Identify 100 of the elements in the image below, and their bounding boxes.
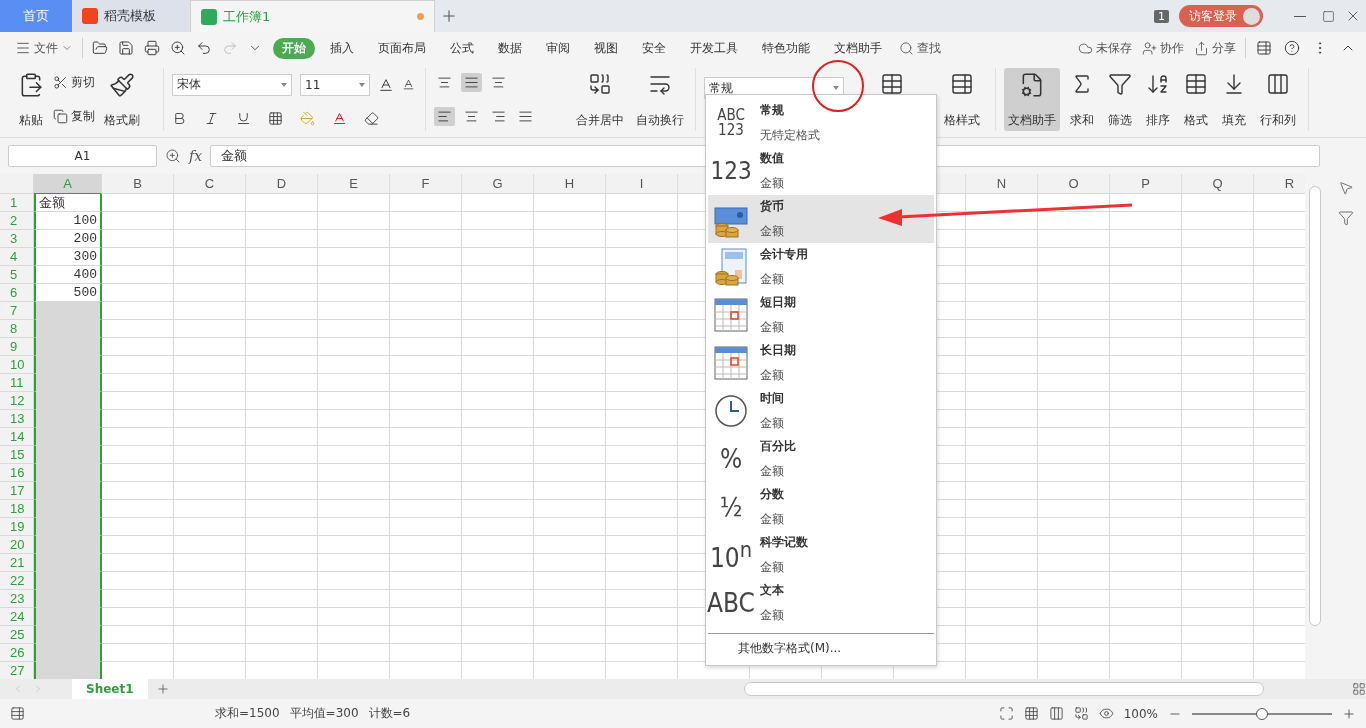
ribbon-tool-button[interactable]: 填充	[1218, 68, 1250, 131]
login-button[interactable]: 访客登录	[1179, 5, 1263, 27]
ribbon-tab[interactable]: 页面布局	[369, 37, 435, 59]
vertical-scrollbar[interactable]	[1309, 186, 1321, 626]
format-painter-button[interactable]: 格式刷	[100, 68, 144, 131]
underline-icon[interactable]	[236, 110, 251, 126]
column-header[interactable]: C	[174, 174, 246, 194]
format-menu-item[interactable]: ABC 123 常规 无特定格式	[708, 99, 934, 147]
ribbon-tool-button[interactable]: 行和列	[1256, 68, 1300, 131]
format-menu-item[interactable]: 时间 金额	[708, 387, 934, 435]
doc-helper-button[interactable]: 文档助手	[1004, 68, 1060, 131]
table-cell	[1110, 536, 1182, 554]
ribbon-tab[interactable]: 公式	[441, 37, 483, 59]
wrap-text-button[interactable]: 自动换行	[632, 68, 688, 131]
table-style-button[interactable]: 格样式	[940, 68, 984, 131]
grow-font-icon[interactable]	[378, 76, 394, 93]
bold-icon[interactable]	[172, 110, 187, 126]
zoom-icon[interactable]	[165, 148, 181, 164]
undo-icon[interactable]	[196, 40, 212, 56]
more-formats-item[interactable]: 其他数字格式(M)...	[708, 633, 934, 663]
ribbon-tab[interactable]: 视图	[585, 37, 627, 59]
zoom-thumb[interactable]	[1256, 707, 1268, 720]
font-size-select[interactable]: 11	[300, 73, 370, 96]
grid-icon[interactable]	[1352, 682, 1366, 696]
column-header[interactable]: H	[534, 174, 606, 194]
eraser-icon[interactable]	[364, 110, 379, 126]
ribbon-tool-button[interactable]: 排序	[1142, 68, 1174, 131]
table-cell	[1038, 428, 1110, 446]
italic-icon[interactable]	[204, 110, 219, 126]
search-button[interactable]: 查找	[894, 39, 946, 57]
table-cell	[1182, 464, 1254, 482]
open-icon[interactable]	[92, 40, 108, 56]
preview-icon[interactable]	[170, 40, 186, 56]
window-count-badge[interactable]: 1	[1154, 9, 1169, 23]
ribbon-tool-button[interactable]: 格式	[1180, 68, 1212, 131]
column-header[interactable]: R	[1254, 174, 1305, 194]
table-cell	[1182, 554, 1254, 572]
format-menu-item[interactable]: 短日期 金额	[708, 291, 934, 339]
column-header[interactable]: B	[102, 174, 174, 194]
font-select[interactable]: 宋体	[172, 73, 292, 96]
column-header[interactable]: N	[966, 174, 1038, 194]
ribbon-tool-button[interactable]: 求和	[1066, 68, 1098, 131]
format-menu-item[interactable]: ½ 分数 金额	[708, 483, 934, 531]
collaborate-button[interactable]: 协作	[1137, 39, 1189, 57]
align-left-button[interactable]	[434, 106, 455, 126]
cloud-save-button[interactable]: 未保存	[1073, 39, 1137, 57]
eye-icon[interactable]	[1098, 706, 1114, 721]
ribbon-tab[interactable]: 插入	[321, 37, 363, 59]
document-tab[interactable]: 稻壳模板	[72, 0, 190, 32]
save-icon[interactable]	[118, 40, 134, 56]
pointer-icon[interactable]	[1337, 180, 1354, 196]
column-header[interactable]: I	[606, 174, 678, 194]
file-menu-button[interactable]: 文件	[10, 39, 78, 57]
ribbon-tab[interactable]: 审阅	[537, 37, 579, 59]
borders-icon[interactable]	[268, 110, 283, 126]
font-color-icon[interactable]	[332, 110, 347, 126]
column-header[interactable]: P	[1110, 174, 1182, 194]
ribbon-tab[interactable]: 数据	[489, 37, 531, 59]
normal-view-icon[interactable]	[1023, 706, 1039, 721]
format-menu-item[interactable]: 10$^{n}$ 科学记数 金额	[708, 531, 934, 579]
align-middle-button[interactable]	[461, 73, 482, 93]
table-cell	[1110, 428, 1182, 446]
share-button[interactable]: 分享	[1189, 39, 1241, 57]
filter-icon[interactable]	[1337, 210, 1354, 226]
format-menu-item[interactable]: 长日期 金额	[708, 339, 934, 387]
ribbon-tab[interactable]: 文档助手	[825, 37, 891, 59]
zoom-percent[interactable]: 100%	[1123, 706, 1158, 721]
format-menu-item[interactable]: 货币 金额	[708, 195, 934, 243]
ribbon-tab[interactable]: 开发工具	[681, 37, 747, 59]
format-menu-item[interactable]: % 百分比 金额	[708, 435, 934, 483]
help-icon[interactable]	[1284, 40, 1300, 56]
table-cell	[1110, 518, 1182, 536]
column-header[interactable]: D	[246, 174, 318, 194]
ribbon-tool-button[interactable]: 筛选	[1104, 68, 1136, 131]
function-label[interactable]: fx	[189, 148, 203, 164]
table-cell	[966, 248, 1038, 266]
fill-color-icon[interactable]	[300, 110, 315, 126]
column-header[interactable]: F	[390, 174, 462, 194]
shrink-font-icon[interactable]	[402, 78, 415, 91]
table-cell	[102, 338, 174, 356]
ribbon-tab[interactable]: 安全	[633, 37, 675, 59]
ribbon-tab[interactable]: 特色功能	[753, 37, 819, 59]
merge-center-button[interactable]: 合并居中	[572, 68, 628, 131]
paste-button[interactable]: 粘贴	[14, 68, 48, 131]
name-box[interactable]: A1	[8, 145, 157, 167]
table-cell	[102, 320, 174, 338]
horizontal-scrollbar[interactable]	[744, 682, 1264, 696]
print-icon[interactable]	[144, 40, 160, 56]
page-break-icon[interactable]	[1048, 706, 1064, 721]
column-header[interactable]: E	[318, 174, 390, 194]
table-cell	[534, 428, 606, 446]
column-header[interactable]: G	[462, 174, 534, 194]
columns-icon	[1266, 72, 1290, 96]
copy-button[interactable]: 复制	[50, 105, 98, 127]
format-menu-item[interactable]: 会计专用 金额	[708, 243, 934, 291]
column-header[interactable]: Q	[1182, 174, 1254, 194]
cut-button[interactable]: 剪切	[50, 72, 98, 94]
column-header[interactable]: O	[1038, 174, 1110, 194]
table-cell	[1038, 500, 1110, 518]
fullscreen-icon[interactable]	[998, 706, 1014, 721]
